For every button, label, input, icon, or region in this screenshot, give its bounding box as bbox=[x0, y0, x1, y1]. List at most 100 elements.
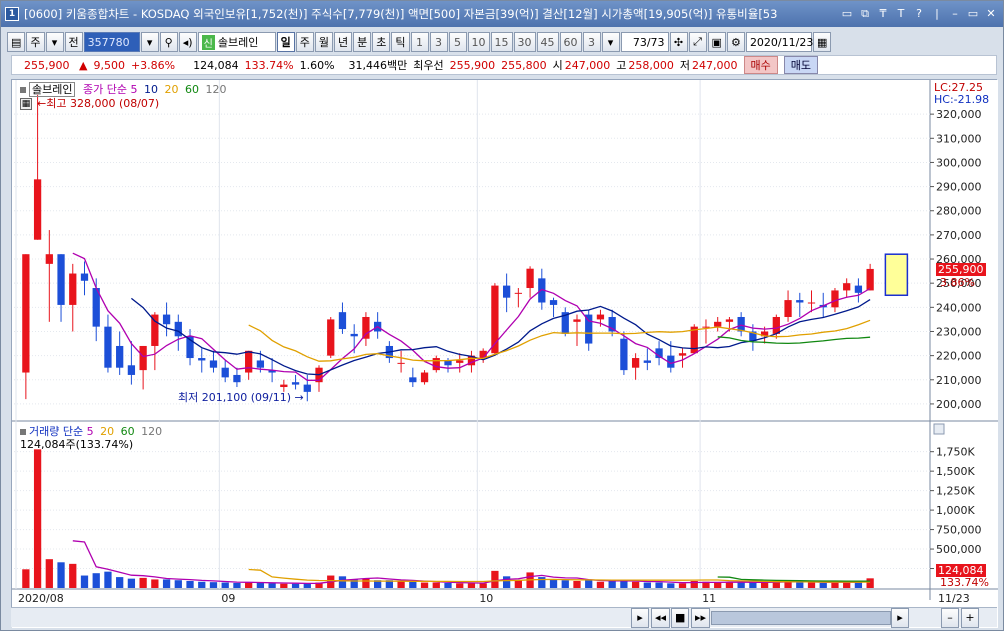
high-price: 258,000 bbox=[628, 58, 674, 72]
tab-yearly[interactable]: 년 bbox=[334, 32, 353, 52]
candle-body bbox=[502, 285, 511, 298]
scroll-end-icon[interactable]: ▸ bbox=[891, 607, 909, 628]
volume-bar bbox=[655, 582, 663, 588]
volume-bar bbox=[198, 581, 206, 588]
dock-icon[interactable]: ▭ bbox=[839, 6, 855, 22]
interval-45[interactable]: 45 bbox=[536, 32, 559, 52]
scroll-right-icon[interactable]: ▸ bbox=[631, 607, 649, 628]
interval-30[interactable]: 30 bbox=[513, 32, 536, 52]
scroll-bar[interactable]: ▸ ◂◂ ■ ▸▸ ▸ – + bbox=[11, 607, 997, 628]
volume-bar bbox=[92, 573, 100, 588]
volume-bar bbox=[33, 449, 42, 588]
panel-handle-icon[interactable] bbox=[20, 87, 26, 93]
sell-button[interactable]: 매도 bbox=[783, 56, 819, 74]
volume-bar bbox=[631, 581, 640, 588]
scroll-first-icon[interactable]: ◂◂ bbox=[651, 607, 671, 628]
zoom-in-icon[interactable]: + bbox=[961, 607, 979, 628]
volume-bar bbox=[139, 577, 147, 588]
candle-body bbox=[831, 290, 839, 308]
maximize-icon[interactable]: ▭ bbox=[965, 6, 981, 22]
interval-3[interactable]: 3 bbox=[429, 32, 448, 52]
date-input[interactable]: 2020/11/23 bbox=[745, 32, 813, 52]
calendar-icon[interactable]: ▦ bbox=[812, 32, 832, 52]
x-tick-label: 09 bbox=[221, 592, 235, 605]
volume-ratio: 133.74% bbox=[244, 58, 294, 72]
candle-body bbox=[409, 377, 417, 383]
volume-bar bbox=[749, 582, 757, 588]
candle-body bbox=[420, 372, 429, 383]
volume-bar bbox=[233, 582, 241, 588]
candle-body bbox=[397, 362, 405, 364]
speaker-icon[interactable]: ◂) bbox=[178, 32, 197, 52]
zoom-out-icon[interactable]: – bbox=[941, 607, 959, 628]
tab-monthly[interactable]: 월 bbox=[314, 32, 334, 52]
open-label: 시 bbox=[552, 59, 563, 72]
x-tick-label: 10 bbox=[479, 592, 493, 605]
candle-body bbox=[702, 326, 710, 328]
crosshair-icon[interactable]: ✣ bbox=[669, 32, 688, 52]
tab-second[interactable]: 초 bbox=[372, 32, 391, 52]
settings-icon[interactable]: ⚙ bbox=[726, 32, 745, 52]
volume-current: 124,084주(133.74%) bbox=[20, 438, 134, 451]
volume-bar bbox=[127, 578, 136, 588]
font-icon[interactable]: T bbox=[893, 6, 909, 22]
layout-icon[interactable]: ▤ bbox=[7, 32, 26, 52]
volume-bar bbox=[69, 563, 77, 588]
tab-tick[interactable]: 틱 bbox=[391, 32, 410, 52]
interval-dropdown-icon[interactable]: ▾ bbox=[601, 32, 620, 52]
period-select[interactable]: 주 bbox=[26, 32, 45, 52]
stock-name-field[interactable]: 신 솔브레인 bbox=[197, 32, 276, 52]
minimize-icon[interactable]: – bbox=[947, 6, 963, 22]
interval-1[interactable]: 1 bbox=[410, 32, 429, 52]
volume-bar bbox=[819, 582, 827, 588]
tab-minute[interactable]: 분 bbox=[353, 32, 372, 52]
window-controls: ▭ ⧉ ₸ T ? | – ▭ ✕ bbox=[839, 6, 999, 22]
panel-config-icon[interactable]: ▦ bbox=[20, 98, 32, 110]
candle-body bbox=[796, 300, 804, 303]
tab-weekly[interactable]: 주 bbox=[295, 32, 314, 52]
close-icon[interactable]: ✕ bbox=[983, 6, 999, 22]
ma20-label: 20 bbox=[164, 83, 179, 96]
scroll-last-icon[interactable]: ▸▸ bbox=[691, 607, 711, 628]
high-annotation: ←최고 328,000 (08/07) bbox=[37, 97, 160, 110]
pin-icon[interactable]: ₸ bbox=[875, 6, 891, 22]
interval-custom[interactable]: 3 bbox=[582, 32, 601, 52]
help-icon[interactable]: ? bbox=[911, 6, 927, 22]
interval-5[interactable]: 5 bbox=[448, 32, 467, 52]
price-volume-chart[interactable]: 200,000210,000220,000230,000240,000250,0… bbox=[12, 80, 998, 628]
scroll-stop-icon[interactable]: ■ bbox=[671, 607, 690, 628]
draw-tool-icon[interactable]: ⤢ bbox=[688, 32, 707, 52]
tile-icon[interactable]: ⧉ bbox=[857, 6, 873, 22]
count-input[interactable]: 73/73 bbox=[620, 32, 669, 52]
candle-body bbox=[198, 358, 206, 361]
volume-handle-icon[interactable] bbox=[20, 429, 26, 435]
volume-bar bbox=[479, 583, 487, 588]
interval-15[interactable]: 15 bbox=[490, 32, 513, 52]
volume-bar bbox=[456, 583, 464, 588]
app-icon: 1 bbox=[5, 7, 19, 21]
tab-daily[interactable]: 일 bbox=[276, 32, 295, 52]
volume-bar bbox=[186, 580, 194, 588]
volume-bar bbox=[561, 580, 569, 588]
volume-bar bbox=[491, 570, 499, 588]
high-label: 고 bbox=[616, 59, 627, 72]
interval-10[interactable]: 10 bbox=[467, 32, 490, 52]
volume-bar bbox=[467, 583, 476, 588]
interval-60[interactable]: 60 bbox=[559, 32, 582, 52]
best-buy-price: 255,800 bbox=[501, 58, 547, 72]
candle-body bbox=[338, 312, 347, 330]
prev-button[interactable]: 전 bbox=[64, 32, 83, 52]
stock-code-input[interactable]: 357780 bbox=[83, 32, 140, 52]
volume-bar bbox=[714, 582, 722, 588]
candle-body bbox=[362, 316, 370, 339]
search-icon[interactable]: ⚲ bbox=[159, 32, 178, 52]
save-icon[interactable]: ▣ bbox=[707, 32, 726, 52]
period-dropdown-icon[interactable]: ▾ bbox=[45, 32, 64, 52]
buy-button[interactable]: 매수 bbox=[743, 56, 778, 74]
vol-ma120-label: 120 bbox=[141, 425, 163, 438]
code-dropdown-icon[interactable]: ▾ bbox=[140, 32, 159, 52]
title-bar[interactable]: 1 [0600] 키움종합차트 - KOSDAQ 외국인보유[1,752(천)]… bbox=[1, 1, 1003, 27]
low-label: 저 bbox=[679, 59, 691, 72]
chart-area[interactable]: 200,000 210,000 220,000 230,000 240,000 250,0… bbox=[11, 79, 998, 628]
scroll-thumb[interactable] bbox=[711, 611, 891, 625]
